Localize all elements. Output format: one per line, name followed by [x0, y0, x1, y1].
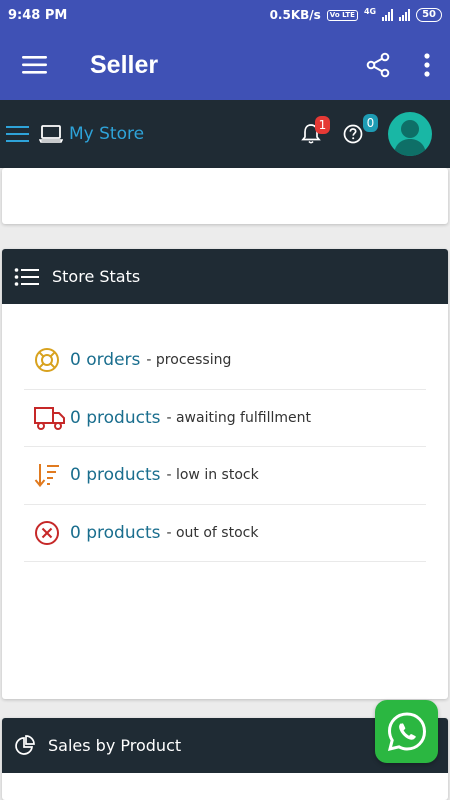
- hamburger-icon: [6, 126, 29, 142]
- store-title[interactable]: My Store: [69, 124, 290, 144]
- stat-row-out-of-stock[interactable]: 0 products - out of stock: [24, 505, 426, 562]
- stat-desc: - awaiting fulfillment: [166, 409, 311, 426]
- app-bar: Seller: [0, 30, 450, 100]
- notification-badge: 1: [315, 116, 330, 134]
- app-title: Seller: [90, 50, 159, 79]
- stat-count[interactable]: 0 products: [70, 523, 160, 543]
- truck-icon: [34, 405, 66, 431]
- x-circle-icon: [34, 520, 66, 546]
- net-speed: 0.5KB/s: [269, 8, 321, 22]
- volte-badge: Vo LTE: [326, 9, 358, 21]
- question-icon: [343, 124, 363, 144]
- notifications-button[interactable]: 1: [290, 114, 332, 154]
- empty-card: [2, 168, 448, 224]
- avatar-silhouette-icon: [394, 120, 426, 156]
- hamburger-button[interactable]: [6, 124, 30, 144]
- avatar[interactable]: [388, 112, 432, 156]
- store-stats-title: Store Stats: [52, 267, 141, 286]
- battery-indicator: 50: [416, 8, 442, 22]
- more-vert-icon: [424, 53, 430, 77]
- help-button[interactable]: 0: [332, 114, 378, 154]
- sales-by-product-title: Sales by Product: [48, 736, 182, 755]
- more-button[interactable]: [404, 30, 450, 100]
- menu-icon: [22, 56, 47, 74]
- store-stats-header: Store Stats: [2, 249, 448, 304]
- stat-row-awaiting-fulfillment[interactable]: 0 products - awaiting fulfillment: [24, 390, 426, 447]
- share-button[interactable]: [352, 30, 404, 100]
- laptop-icon: [39, 125, 63, 143]
- stat-count[interactable]: 0 orders: [70, 350, 140, 370]
- stat-count[interactable]: 0 products: [70, 465, 160, 485]
- status-right: 0.5KB/s Vo LTE 4G 50: [269, 6, 442, 22]
- sort-descending-icon: [34, 462, 66, 488]
- whatsapp-icon: [387, 711, 426, 751]
- stat-desc: - out of stock: [166, 524, 259, 541]
- stats-list: 0 orders - processing 0 products - await…: [2, 304, 448, 562]
- help-badge: 0: [363, 114, 378, 132]
- lifebuoy-icon: [34, 347, 66, 373]
- signal-icon: [382, 9, 394, 21]
- stat-row-low-stock[interactable]: 0 products - low in stock: [24, 447, 426, 505]
- status-time: 9:48 PM: [8, 7, 68, 23]
- share-icon: [366, 52, 390, 78]
- signal-icon-2: [399, 9, 411, 21]
- status-bar: 9:48 PM 0.5KB/s Vo LTE 4G 50: [0, 0, 450, 30]
- whatsapp-button[interactable]: [375, 700, 438, 763]
- store-header: My Store 1 0: [0, 100, 450, 168]
- network-type: 4G: [363, 6, 377, 16]
- stat-count[interactable]: 0 products: [70, 408, 160, 428]
- store-stats-card: Store Stats 0 orders - processing 0 prod…: [2, 249, 448, 699]
- stat-desc: - processing: [146, 352, 232, 369]
- pie-chart-icon: [15, 734, 35, 755]
- stat-desc: - low in stock: [166, 467, 259, 484]
- menu-button[interactable]: [0, 30, 70, 100]
- list-icon: [14, 267, 39, 286]
- stat-row-orders-processing[interactable]: 0 orders - processing: [24, 332, 426, 390]
